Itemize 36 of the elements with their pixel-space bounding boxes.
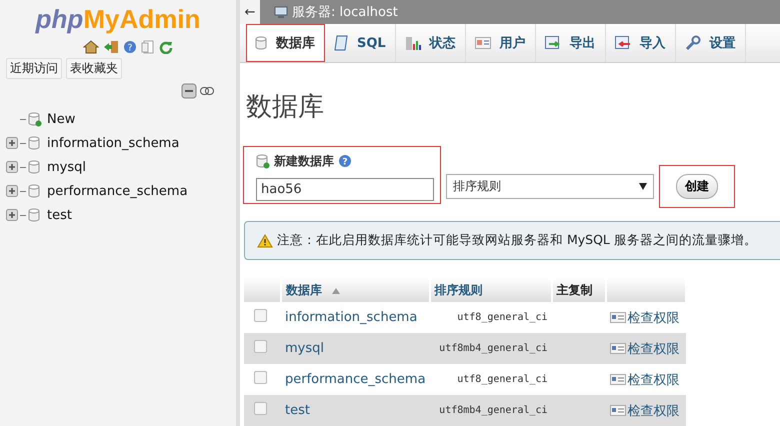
check-privileges-link[interactable]: 检查权限 xyxy=(628,310,680,326)
tab[interactable]: 导出 xyxy=(536,24,606,62)
table-cell: utf8_general_ci xyxy=(457,312,548,323)
database-name-input[interactable]: hao56 xyxy=(256,178,434,200)
column-header[interactable]: 数据库 xyxy=(286,282,322,296)
database-link[interactable]: test xyxy=(285,403,310,418)
database-link[interactable]: performance_schema xyxy=(285,372,426,387)
help-icon[interactable]: ? xyxy=(338,154,352,168)
logo-text: phpMyAdmin xyxy=(34,4,202,34)
tree-item[interactable]: mysql xyxy=(47,160,86,174)
tree-item[interactable]: New xyxy=(47,112,76,126)
tree-item[interactable]: performance_schema xyxy=(47,184,188,198)
page-title: 数据库 xyxy=(246,91,325,124)
collation-select[interactable]: 排序规则 xyxy=(446,174,654,199)
help-icon[interactable]: ? xyxy=(123,40,137,54)
tab[interactable]: SQL xyxy=(325,24,396,62)
notice-text: 注意：在此启用数据库统计可能导致网站服务器和 MySQL 服务器之间的流量骤增。 xyxy=(277,232,757,249)
tab[interactable]: 数据库 xyxy=(246,24,325,62)
check-privileges-link[interactable]: 检查权限 xyxy=(628,372,680,388)
tree-item[interactable]: information_schema xyxy=(47,136,180,150)
sidebar-button[interactable]: 表收藏夹 xyxy=(66,58,122,79)
table-cell: utf8mb4_general_ci xyxy=(439,405,548,416)
tab[interactable]: 导入 xyxy=(606,24,676,62)
database-link[interactable]: mysql xyxy=(285,341,324,356)
table-cell: utf8mb4_general_ci xyxy=(439,343,548,354)
tab[interactable]: 用户 xyxy=(466,24,536,62)
new-database-label: 新建数据库 xyxy=(274,152,334,170)
table-cell: utf8_general_ci xyxy=(457,374,548,385)
column-header: 主复制 xyxy=(556,282,593,296)
database-link[interactable]: information_schema xyxy=(285,310,418,325)
breadcrumb-link[interactable]: 服务器: localhost xyxy=(292,3,398,21)
create-button[interactable]: 创建 xyxy=(676,174,718,199)
tree-item[interactable]: test xyxy=(47,208,72,222)
sidebar-button[interactable]: 近期访问 xyxy=(6,58,62,79)
tab[interactable]: 状态 xyxy=(396,24,466,62)
tab[interactable]: 设置 xyxy=(676,24,746,62)
